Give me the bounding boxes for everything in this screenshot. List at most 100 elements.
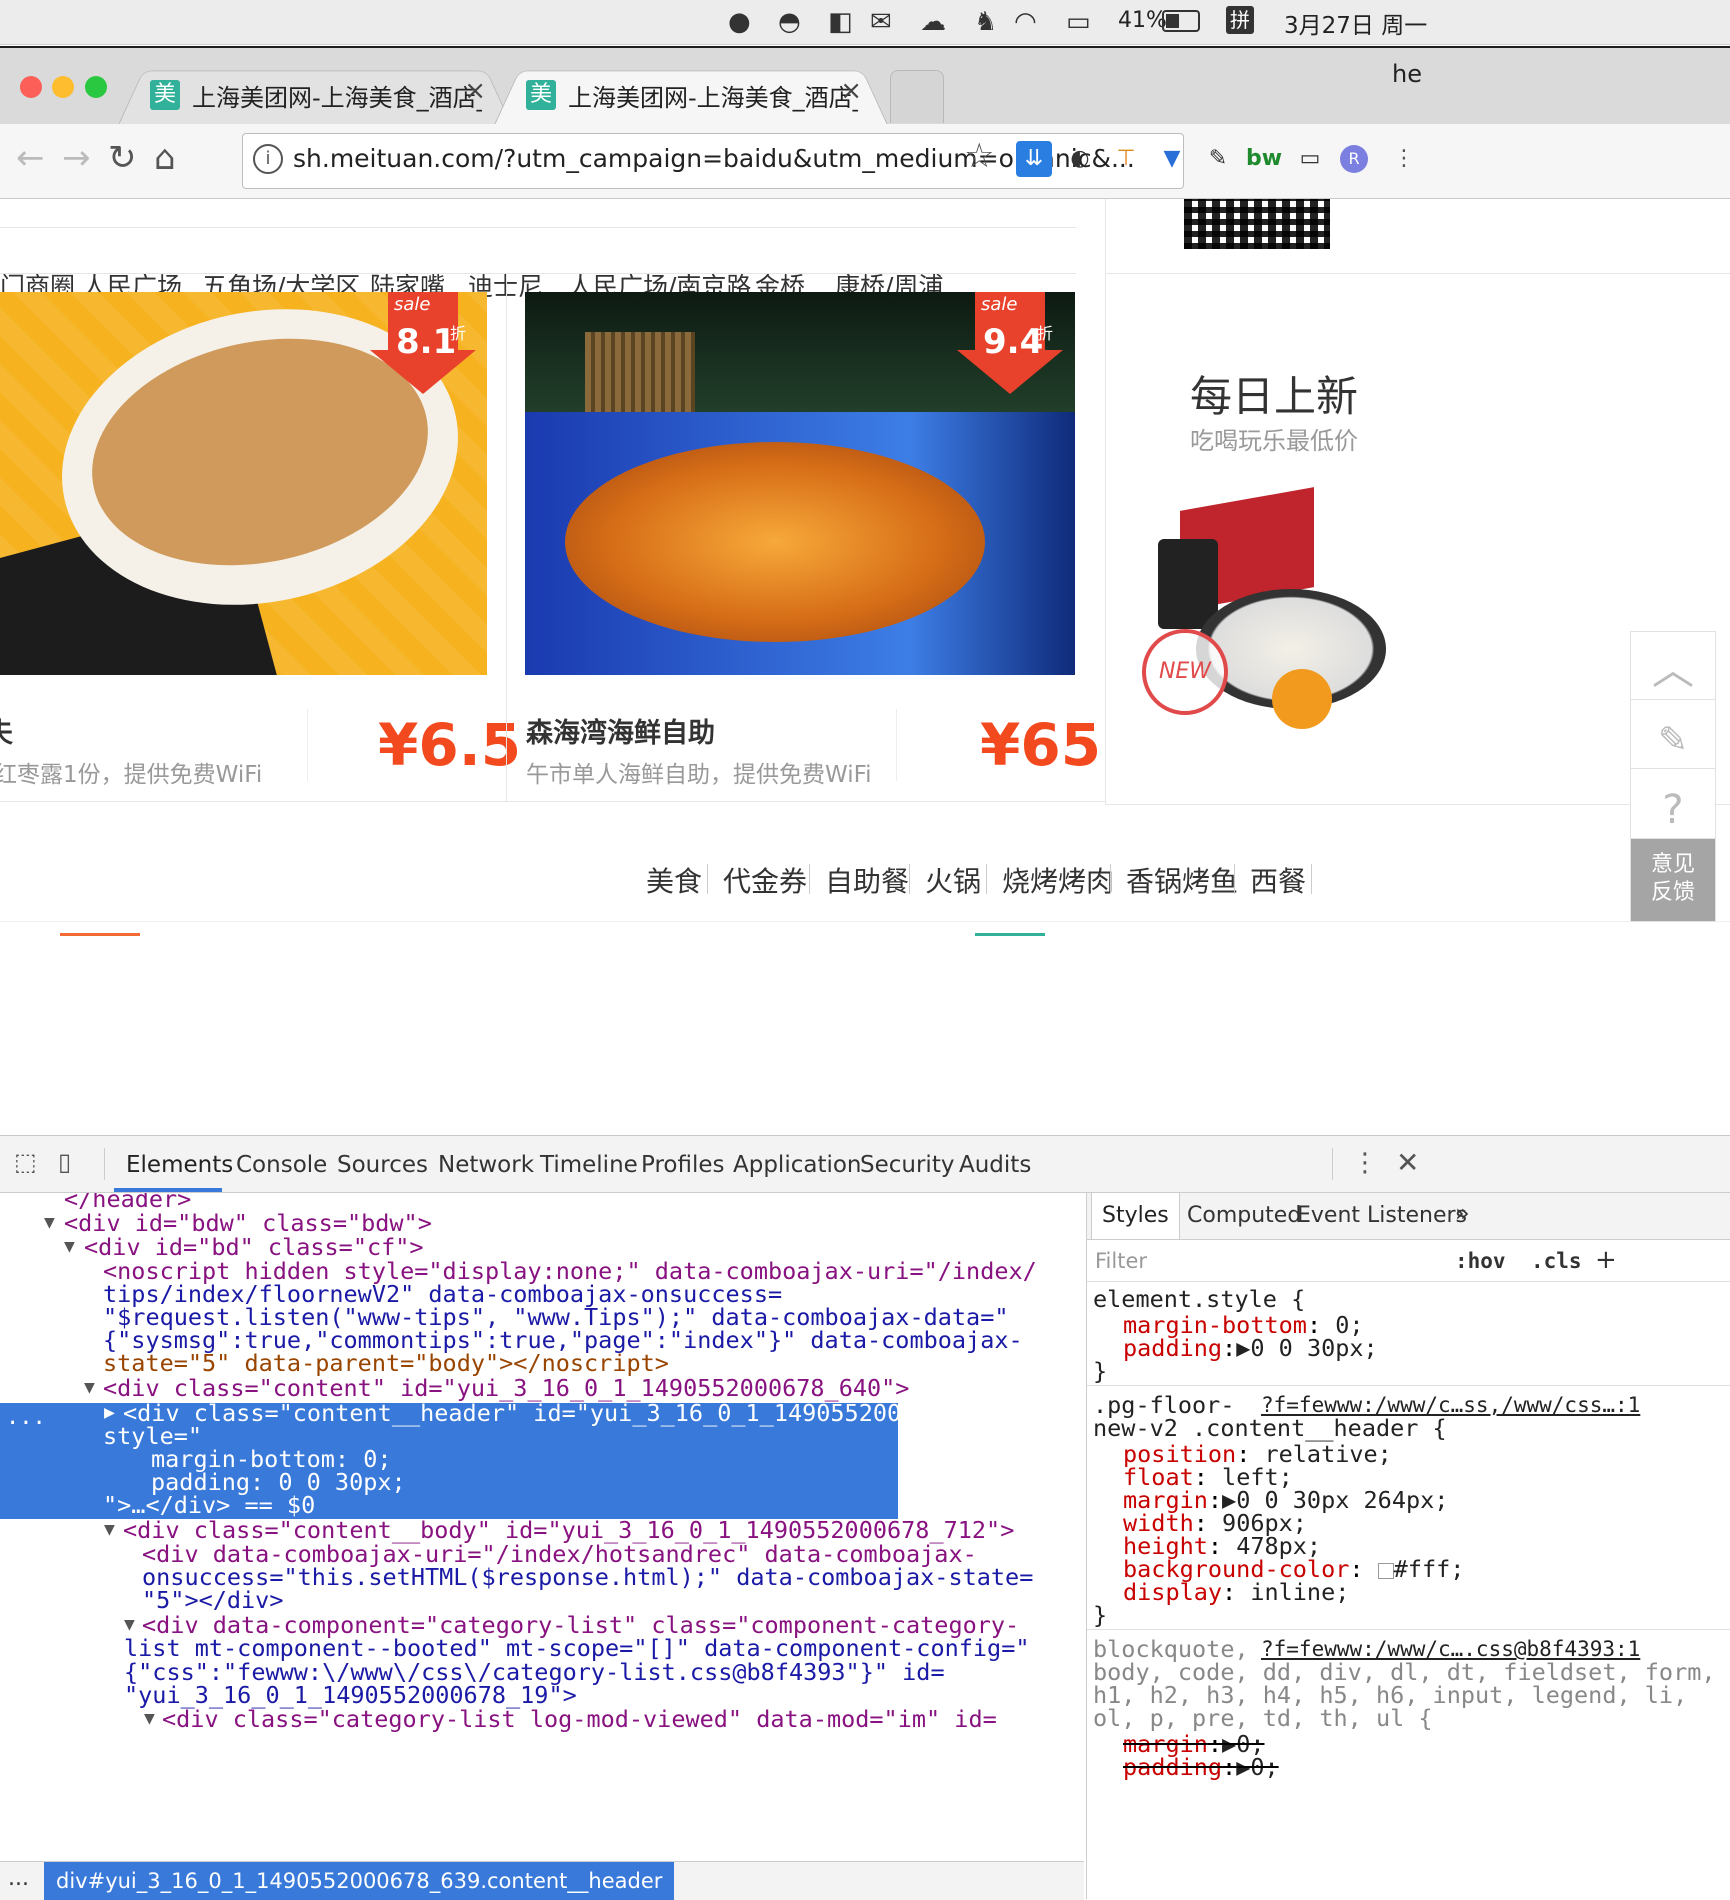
cls-toggle[interactable]: .cls — [1531, 1249, 1582, 1273]
style-property[interactable]: display: inline; — [1123, 1578, 1349, 1606]
category-link[interactable]: 代金券 — [723, 860, 807, 900]
tab-audits[interactable]: Audits — [959, 1152, 1031, 1178]
inspect-element-icon[interactable]: ⬚ — [14, 1148, 44, 1178]
expand-triangle-icon[interactable]: ▼ — [104, 1516, 115, 1544]
chrome-menu-icon[interactable]: ⋮ — [1386, 141, 1422, 177]
dom-line-selected[interactable]: <div class="content__header" id="yui_3_1… — [123, 1399, 1028, 1427]
home-icon[interactable]: ⌂ — [154, 138, 176, 178]
extension-bw-icon[interactable]: bw — [1246, 141, 1282, 177]
expand-triangle-icon[interactable]: ▼ — [144, 1705, 155, 1733]
tab-profiles[interactable]: Profiles — [641, 1152, 725, 1178]
menubar-datetime[interactable]: 3月27日 周一 — [1284, 6, 1427, 40]
extension-translate-icon[interactable]: ✎ — [1200, 141, 1236, 177]
tab-event-listeners[interactable]: Event Listeners — [1297, 1203, 1467, 1228]
deal-subtitle: 红枣露1份，提供免费WiFi — [0, 762, 263, 788]
rule-selector[interactable]: new-v2 .content__header { — [1093, 1414, 1447, 1442]
qq-icon[interactable]: ● — [728, 8, 751, 36]
extension-vue-icon[interactable]: ▼ — [1154, 141, 1190, 177]
reload-icon[interactable]: ↻ — [108, 138, 137, 178]
airplay-icon[interactable]: ▭ — [1066, 8, 1091, 36]
category-link[interactable]: 自助餐 — [825, 860, 909, 900]
tab-application[interactable]: Application — [733, 1152, 862, 1178]
color-swatch[interactable] — [1377, 1562, 1394, 1579]
extension-ruler-icon[interactable]: ⊤ — [1108, 141, 1144, 177]
tab-timeline[interactable]: Timeline — [540, 1152, 638, 1178]
deal-image[interactable]: sale 9.4 折 — [525, 292, 1075, 675]
dom-line-selected[interactable]: ">…</div> == $0 — [103, 1491, 315, 1519]
expand-triangle-icon[interactable]: ▼ — [84, 1374, 95, 1402]
extension-save-icon[interactable]: ⇊ — [1016, 141, 1052, 177]
category-link[interactable]: 美食 — [646, 860, 702, 900]
tab-styles[interactable]: Styles — [1091, 1193, 1180, 1239]
evernote-icon[interactable]: ♞ — [974, 8, 997, 36]
expand-triangle-icon[interactable]: ▼ — [64, 1233, 75, 1261]
forward-icon[interactable]: → — [62, 138, 91, 178]
extension-cast-icon[interactable]: ▭ — [1292, 141, 1328, 177]
feedback-button[interactable]: 意见 反馈 — [1630, 838, 1716, 922]
breadcrumb-ellipsis[interactable]: ... — [8, 1866, 29, 1891]
style-property[interactable]: padding:▶0 0 30px; — [1123, 1334, 1378, 1362]
close-tab-icon[interactable]: × — [840, 76, 862, 106]
tab-computed[interactable]: Computed — [1187, 1203, 1301, 1228]
wifi-icon[interactable]: ◠ — [1014, 8, 1037, 36]
new-style-rule-icon[interactable]: + — [1595, 1245, 1617, 1275]
close-tab-icon[interactable]: × — [464, 76, 486, 106]
hov-toggle[interactable]: :hov — [1455, 1249, 1506, 1273]
info-icon[interactable]: i — [253, 144, 283, 174]
promo-perfume-bottle — [1158, 539, 1218, 629]
back-icon[interactable]: ← — [16, 138, 45, 178]
tab-network[interactable]: Network — [438, 1152, 534, 1178]
dom-ellipsis[interactable]: ... — [6, 1405, 46, 1430]
toggle-icon[interactable]: ◧ — [828, 8, 853, 36]
dom-line[interactable]: <div class="content" id="yui_3_16_0_1_14… — [103, 1374, 909, 1402]
browser-tab[interactable]: 美 上海美团网-上海美食_酒店_旅游 × — [118, 62, 512, 125]
wechat-icon[interactable]: ✉ — [870, 8, 892, 36]
devtools-menu-icon[interactable]: ⋮ — [1352, 1148, 1378, 1178]
new-tab-button[interactable] — [890, 70, 944, 123]
device-toolbar-icon[interactable]: ▯ — [58, 1148, 88, 1178]
discount-value: 8.1 — [396, 322, 457, 362]
close-devtools-icon[interactable]: ✕ — [1396, 1146, 1419, 1179]
tab-console[interactable]: Console — [236, 1152, 327, 1178]
new-badge: NEW — [1142, 629, 1228, 715]
dom-line[interactable]: <div class="category-list log-mod-viewed… — [162, 1705, 997, 1733]
dom-line[interactable]: "5"></div> — [142, 1586, 283, 1614]
dom-tree: ... </header> ▼ <div id="bdw" class="bdw… — [0, 1193, 1084, 1851]
tab-sources[interactable]: Sources — [337, 1152, 428, 1178]
breadcrumb-item[interactable]: div#yui_3_16_0_1_1490552000678_639.conte… — [44, 1862, 675, 1900]
deal-title[interactable]: 夫 — [0, 711, 13, 750]
promo-subtitle: 吃喝玩乐最低价 — [1190, 427, 1358, 455]
active-tab-underline — [114, 1188, 222, 1192]
input-method-icon[interactable]: 拼 — [1226, 6, 1254, 34]
deal-title[interactable]: 森海湾海鲜自助 — [526, 711, 715, 750]
rule-selector[interactable]: element.style { — [1093, 1285, 1305, 1313]
discount-badge: sale 9.4 折 — [957, 292, 1063, 394]
extension-mask-icon[interactable]: ◐ — [1062, 141, 1098, 177]
feedback-label: 意见 — [1650, 852, 1695, 877]
cloud-icon[interactable]: ☁ — [920, 8, 946, 36]
category-link[interactable]: 香锅烤鱼 — [1126, 860, 1238, 900]
profile-name[interactable]: he — [1392, 60, 1422, 88]
zoom-window-button[interactable] — [85, 76, 107, 98]
category-link[interactable]: 烧烤烤肉 — [1002, 860, 1114, 900]
category-link[interactable]: 西餐 — [1250, 860, 1306, 900]
close-window-button[interactable] — [20, 76, 42, 98]
tab-elements[interactable]: Elements — [126, 1152, 233, 1178]
browser-tab-active[interactable]: 美 上海美团网-上海美食_酒店_旅游 × — [494, 62, 888, 125]
extension-r-icon[interactable]: R — [1340, 145, 1368, 173]
rule-selector[interactable]: ol, p, pre, td, th, ul { — [1093, 1704, 1433, 1732]
hat-icon[interactable]: ◓ — [778, 8, 801, 36]
battery-icon[interactable] — [1162, 10, 1200, 32]
minimize-window-button[interactable] — [52, 76, 74, 98]
deal-image[interactable]: sale 8.1 折 — [0, 292, 487, 675]
tab-security[interactable]: Security — [860, 1152, 954, 1178]
category-link[interactable]: 火锅 — [925, 860, 981, 900]
qr-code — [1184, 199, 1330, 249]
crab-pile — [565, 442, 985, 642]
styles-filter-input[interactable]: Filter — [1095, 1249, 1147, 1273]
dom-line[interactable]: state="5" data-parent="body"></noscript> — [103, 1349, 669, 1377]
style-property-overridden[interactable]: padding:▶0; — [1123, 1753, 1279, 1781]
bookmark-star-icon[interactable]: ☆ — [964, 136, 994, 176]
more-tabs-icon[interactable]: » — [1455, 1199, 1470, 1227]
expand-triangle-icon[interactable]: ▼ — [44, 1209, 55, 1237]
